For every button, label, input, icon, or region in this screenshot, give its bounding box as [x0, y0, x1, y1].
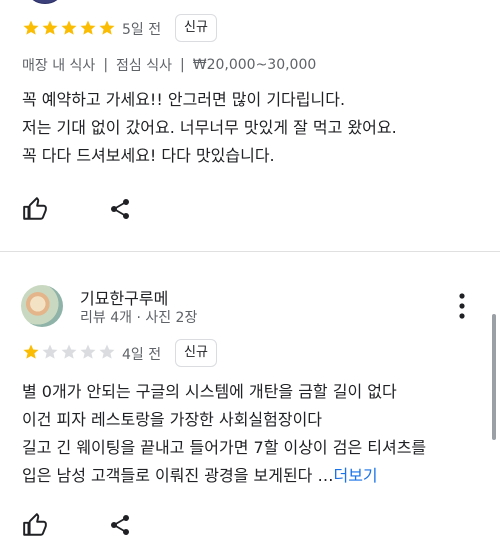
star-empty-icon [42, 344, 58, 359]
review-divider [0, 251, 500, 252]
review2-text-line: 길고 긴 웨이팅을 끝내고 들어가면 7할 이상이 검은 티셔츠를 [22, 438, 427, 457]
reviewer-meta: 리뷰 4개 · 사진 2장 [80, 310, 198, 326]
star-empty-icon [80, 344, 96, 359]
star-filled-icon [42, 20, 58, 35]
review2-time: 4일 전 [122, 347, 162, 363]
review1-tags: 매장 내 식사 | 점심 식사 | ₩20,000~30,000 [22, 55, 316, 75]
star-filled-icon [99, 20, 115, 35]
reviewer-name[interactable]: 기묘한구루메 [80, 285, 168, 309]
scrollbar-thumb[interactable] [492, 314, 496, 440]
prev-reviewer-avatar[interactable] [24, 0, 66, 4]
share-icon[interactable] [108, 197, 132, 221]
review1-new-badge: 신규 [175, 14, 217, 42]
review1-text: 꼭 예약하고 가세요!! 안그러면 많이 기다립니다. 저는 기대 없이 갔어요… [22, 86, 482, 170]
star-filled-icon [23, 344, 39, 359]
read-more-link[interactable]: 더보기 [333, 466, 377, 485]
more-vert-icon[interactable] [454, 292, 470, 320]
review1-rating-stars [22, 19, 116, 37]
star-filled-icon [80, 20, 96, 35]
thumbs-up-icon[interactable] [22, 512, 48, 538]
tag-meal-type: 점심 식사 [116, 58, 173, 74]
review2-text-line: 입은 남성 고객들로 이뤄진 광경을 보게된다 … [22, 466, 334, 485]
review2-text: 별 0개가 안되는 구글의 시스템에 개탄을 금할 길이 없다 이건 피자 레스… [22, 378, 482, 490]
review2-text-line: 이건 피자 레스토랑을 가장한 사회실험장이다 [22, 410, 323, 429]
review2-text-line-last: 입은 남성 고객들로 이뤄진 광경을 보게된다 …더보기 [22, 462, 482, 490]
review2-text-line: 별 0개가 안되는 구글의 시스템에 개탄을 금할 길이 없다 [22, 382, 397, 401]
review1-text-line: 꼭 예약하고 가세요!! 안그러면 많이 기다립니다. [22, 90, 346, 109]
review1-text-line: 저는 기대 없이 갔어요. 너무너무 맛있게 잘 먹고 왔어요. [22, 118, 397, 137]
share-icon[interactable] [108, 513, 132, 537]
review2-new-badge: 신규 [175, 339, 217, 367]
tag-separator: | [180, 57, 185, 73]
review1-time: 5일 전 [122, 22, 162, 38]
tag-dine-in: 매장 내 식사 [22, 58, 96, 74]
star-filled-icon [61, 20, 77, 35]
review1-text-line: 꼭 다다 드셔보세요! 다다 맛있습니다. [22, 146, 275, 165]
tag-price-range: ₩20,000~30,000 [192, 57, 317, 73]
reviewer-avatar[interactable] [21, 285, 63, 327]
star-empty-icon [99, 344, 115, 359]
tag-separator: | [103, 57, 109, 73]
star-empty-icon [61, 344, 77, 359]
star-filled-icon [23, 20, 39, 35]
review2-rating-stars [22, 343, 116, 361]
thumbs-up-icon[interactable] [22, 196, 48, 222]
